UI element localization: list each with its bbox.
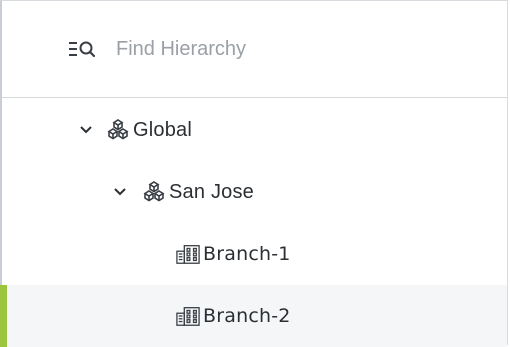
tree-node-label: Branch-2 (203, 305, 291, 327)
area-icon (106, 118, 130, 142)
selection-indicator (0, 285, 7, 347)
building-icon (176, 304, 200, 328)
tree-node-branch-2[interactable]: Branch-2 (0, 285, 507, 347)
tree-node-global[interactable]: Global (2, 99, 507, 161)
site-hierarchy-panel: Global San Jose (0, 0, 508, 347)
building-icon (176, 242, 200, 266)
tree-node-label: Branch-1 (203, 243, 291, 265)
hierarchy-tree: Global San Jose Branch-1 Branch-2 (0, 99, 507, 347)
tree-node-san-jose[interactable]: San Jose (2, 161, 507, 223)
filter-search-icon[interactable] (68, 38, 98, 60)
tree-node-label: Global (133, 118, 193, 141)
chevron-down-icon[interactable] (112, 184, 128, 200)
area-icon (142, 180, 166, 204)
chevron-down-icon[interactable] (78, 122, 94, 138)
search-bar (2, 1, 507, 98)
search-input[interactable] (116, 37, 436, 61)
tree-node-label: San Jose (169, 180, 254, 203)
tree-node-branch-1[interactable]: Branch-1 (2, 223, 507, 285)
